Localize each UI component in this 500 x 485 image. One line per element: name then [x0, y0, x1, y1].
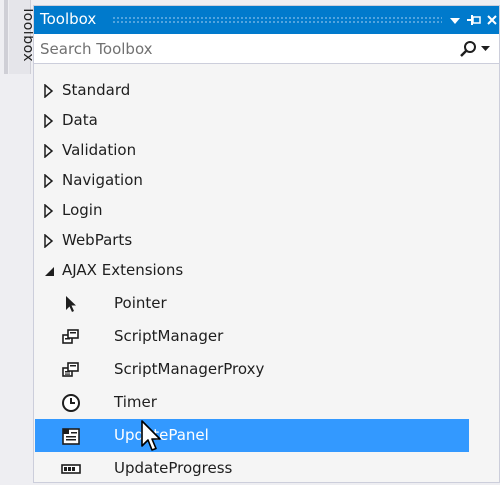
tool-pointer[interactable]: Pointer — [35, 287, 469, 320]
category-label: Navigation — [62, 171, 143, 189]
category-navigation[interactable]: Navigation — [34, 166, 499, 196]
auto-hide-strip: Toolbox — [0, 0, 36, 483]
toolbox-tree: Standard Data Validation Navigation Logi — [34, 66, 499, 482]
auto-hide-pin-button[interactable] — [465, 10, 483, 30]
side-tab-accent — [4, 0, 8, 74]
category-label: AJAX Extensions — [62, 261, 184, 279]
toolbox-titlebar[interactable]: Toolbox — [34, 6, 499, 34]
search-input[interactable] — [34, 34, 454, 63]
chevron-down-icon — [481, 46, 490, 51]
script-manager-proxy-icon — [62, 362, 79, 377]
expand-arrow-icon[interactable] — [42, 174, 56, 188]
category-standard[interactable]: Standard — [34, 76, 499, 106]
category-data[interactable]: Data — [34, 106, 499, 136]
category-validation[interactable]: Validation — [34, 136, 499, 166]
tool-label: ScriptManager — [114, 327, 224, 345]
search-options-button[interactable] — [481, 40, 495, 58]
update-panel-icon — [62, 428, 80, 445]
vertical-scrollbar[interactable] — [470, 66, 499, 482]
side-tab-toolbox[interactable]: Toolbox — [9, 0, 36, 74]
expand-arrow-icon[interactable] — [42, 84, 56, 98]
tool-label: ScriptManagerProxy — [114, 360, 265, 378]
tool-updateprogress[interactable]: UpdateProgress — [35, 452, 469, 485]
update-progress-icon — [61, 464, 81, 474]
tool-label: Pointer — [114, 294, 167, 312]
tool-timer[interactable]: Timer — [35, 386, 469, 419]
category-label: Validation — [62, 141, 137, 159]
title-grip — [112, 16, 442, 24]
expand-arrow-icon[interactable] — [42, 204, 56, 218]
tool-label: UpdateProgress — [114, 459, 233, 477]
expand-arrow-icon[interactable] — [42, 144, 56, 158]
category-label: Login — [62, 201, 103, 219]
toolbox-panel: Toolbox Search Toolbox Standard Data Val… — [33, 5, 500, 483]
category-label: WebParts — [62, 231, 133, 249]
search-icon[interactable] — [458, 39, 478, 59]
tool-scriptmanager[interactable]: ScriptManager — [35, 320, 469, 353]
category-label: Data — [62, 111, 98, 129]
mouse-cursor-icon — [141, 420, 161, 451]
category-ajax-extensions[interactable]: AJAX Extensions — [34, 256, 499, 286]
window-position-button[interactable] — [446, 10, 464, 30]
script-manager-icon — [62, 329, 79, 344]
collapse-arrow-icon[interactable] — [42, 264, 56, 278]
pointer-icon — [66, 296, 76, 312]
search-bar — [34, 34, 499, 64]
tool-updatepanel[interactable]: UpdatePanel — [35, 419, 469, 452]
expand-arrow-icon[interactable] — [42, 234, 56, 248]
timer-icon — [62, 394, 80, 412]
category-webparts[interactable]: WebParts — [34, 226, 499, 256]
tool-scriptmanagerproxy[interactable]: ScriptManagerProxy — [35, 353, 469, 386]
close-icon — [487, 15, 497, 25]
pin-icon — [467, 15, 481, 25]
panel-title: Toolbox — [40, 10, 97, 28]
dropdown-arrow-icon — [450, 18, 460, 24]
expand-arrow-icon[interactable] — [42, 114, 56, 128]
category-label: Standard — [62, 81, 131, 99]
tool-label: Timer — [114, 393, 157, 411]
category-login[interactable]: Login — [34, 196, 499, 226]
close-button[interactable] — [483, 10, 500, 30]
